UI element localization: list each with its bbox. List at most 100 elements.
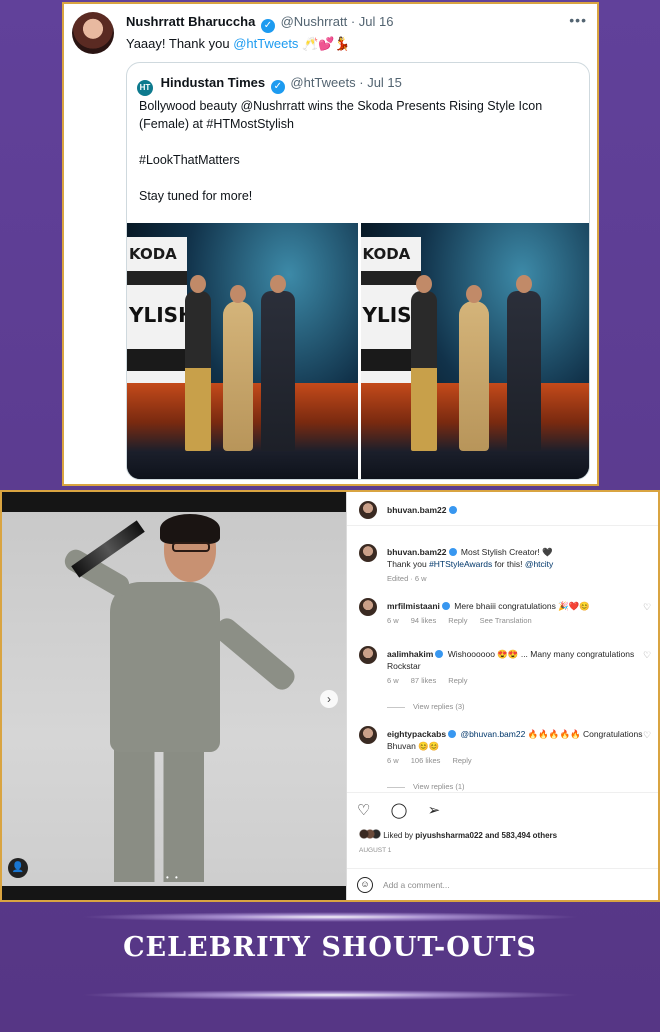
- avatar[interactable]: [359, 726, 377, 744]
- person-figure: [223, 285, 253, 451]
- figure-hair: [160, 514, 220, 544]
- reply-button[interactable]: Reply: [448, 676, 467, 685]
- verified-badge-icon: ✓: [270, 80, 285, 94]
- post-header: bhuvan.bam22: [347, 492, 658, 526]
- caption: bhuvan.bam22 Most Stylish Creator! 🖤 Tha…: [387, 546, 647, 585]
- avatar[interactable]: [359, 501, 377, 519]
- next-image-arrow-icon[interactable]: ›: [320, 690, 338, 708]
- add-comment-bar: ☺ Add a comment...: [347, 868, 658, 900]
- quoted-text-hashtag[interactable]: #LookThatMatters: [139, 151, 579, 169]
- tweet-card[interactable]: Nushrratt Bharuccha ✓ @Nushrratt · Jul 1…: [62, 2, 599, 486]
- verified-badge-icon: [441, 602, 450, 610]
- user-tag-icon[interactable]: 👤: [8, 858, 28, 878]
- author-handle[interactable]: @Nushrratt: [281, 14, 348, 29]
- quoted-tweet-date[interactable]: · Jul 15: [359, 75, 402, 90]
- more-options-icon[interactable]: •••: [569, 12, 587, 28]
- verified-badge-icon: [448, 730, 457, 738]
- quoted-author-handle[interactable]: @htTweets: [290, 75, 355, 90]
- carousel-dots: • •: [166, 873, 180, 882]
- quoted-text-line-3: Stay tuned for more!: [139, 189, 253, 203]
- reply-button[interactable]: Reply: [448, 616, 467, 625]
- quoted-tweet-header: HT Hindustan Times ✓ @htTweets · Jul 15: [137, 75, 402, 96]
- liked-by-user-link[interactable]: piyushsharma022: [415, 831, 483, 840]
- comment: aalimhakim Wishoooooo 😍😍 ... Many many c…: [387, 648, 647, 687]
- tweet-date[interactable]: · Jul 16: [351, 14, 394, 29]
- figure-arm: [210, 614, 299, 694]
- avatar[interactable]: [359, 646, 377, 664]
- figure-body: [110, 582, 220, 752]
- post-sidebar: bhuvan.bam22 bhuvan.bam22 Most Stylish C…: [346, 492, 658, 900]
- page-background: Nushrratt Bharuccha ✓ @Nushrratt · Jul 1…: [0, 0, 660, 1032]
- comment: eightypackabs @bhuvan.bam22 🔥🔥🔥🔥🔥 Congra…: [387, 728, 647, 767]
- comment-time[interactable]: 6 w: [387, 676, 399, 685]
- action-icons[interactable]: ♡ ◯ ➢: [357, 801, 448, 819]
- comment: mrfilmistaani Mere bhaiii congratulation…: [387, 600, 647, 627]
- caption-username[interactable]: bhuvan.bam22: [387, 547, 447, 557]
- comment-time[interactable]: 6 w: [387, 616, 399, 625]
- comment-likes[interactable]: 87 likes: [411, 676, 436, 685]
- sponsor-board-brand: KODA: [362, 245, 411, 263]
- verified-badge-icon: ✓: [260, 19, 275, 33]
- tweet-text: Yaaay! Thank you @htTweets 🥂💕💃: [126, 36, 351, 52]
- comment-mention-link[interactable]: @bhuvan.bam22: [460, 729, 525, 739]
- comment-username[interactable]: mrfilmistaani: [387, 601, 440, 611]
- verified-badge-icon: [448, 506, 457, 514]
- like-comment-icon[interactable]: ♡: [643, 602, 651, 613]
- quoted-tweet-photos: KODA YLISH KODA YLISH: [127, 223, 589, 479]
- author-avatar[interactable]: [72, 12, 114, 54]
- avatar[interactable]: [359, 544, 377, 562]
- sponsor-board-brand: KODA: [129, 245, 177, 263]
- instagram-post: › 👤 • • bhuvan.bam22 bhuvan.bam22 Most S…: [0, 490, 660, 902]
- reply-button[interactable]: Reply: [452, 756, 471, 765]
- tweet-text-prefix: Yaaay! Thank you: [126, 36, 234, 51]
- person-figure: [410, 275, 437, 451]
- caption-meta: Edited · 6 w: [387, 574, 427, 583]
- figure-legs: [114, 742, 204, 882]
- post-actions: ♡ ◯ ➢ Liked by piyushsharma022 and 583,4…: [347, 792, 658, 868]
- award-photo-right[interactable]: KODA YLISH: [360, 223, 589, 479]
- emoji-icon[interactable]: ☺: [357, 877, 373, 893]
- see-translation-button[interactable]: See Translation: [480, 616, 532, 625]
- view-replies-button[interactable]: View replies (1): [387, 782, 465, 791]
- verified-badge-icon: [448, 548, 457, 556]
- quoted-text-line-1: Bollywood beauty @Nushrratt wins the Sko…: [139, 99, 543, 131]
- liked-by: Liked by piyushsharma022 and 583,494 oth…: [359, 829, 557, 840]
- person-figure: [261, 275, 295, 451]
- figure-glasses: [172, 542, 210, 552]
- like-comment-icon[interactable]: ♡: [643, 730, 651, 741]
- liker-avatars: [359, 829, 381, 839]
- person-figure: [458, 285, 489, 451]
- person-figure: [185, 275, 211, 451]
- tweet-header: Nushrratt Bharuccha ✓ @Nushrratt · Jul 1…: [126, 14, 394, 33]
- glow-line-top: [80, 912, 580, 922]
- sponsor-board: KODA YLISH: [127, 237, 195, 387]
- author-name[interactable]: Nushrratt Bharuccha: [126, 14, 255, 29]
- person-figure: [506, 275, 541, 451]
- comment-likes[interactable]: 106 likes: [411, 756, 441, 765]
- like-comment-icon[interactable]: ♡: [643, 650, 651, 661]
- post-date: AUGUST 1: [359, 847, 392, 854]
- quoted-tweet[interactable]: HT Hindustan Times ✓ @htTweets · Jul 15 …: [126, 62, 590, 480]
- add-comment-input[interactable]: Add a comment...: [383, 880, 450, 890]
- view-replies-button[interactable]: View replies (3): [387, 702, 465, 711]
- banner-title: CELEBRITY SHOUT-OUTS: [123, 932, 537, 963]
- tweet-mention-link[interactable]: @htTweets: [233, 36, 298, 51]
- comment-username[interactable]: eightypackabs: [387, 729, 446, 739]
- caption-mention-link[interactable]: @htcity: [525, 559, 553, 569]
- verified-badge-icon: [435, 650, 444, 658]
- ht-logo-icon: HT: [137, 80, 153, 96]
- avatar[interactable]: [359, 598, 377, 616]
- glow-line-bottom: [80, 990, 580, 1000]
- comment-text: Mere bhaiii congratulations 🎉❤️😊: [454, 601, 590, 611]
- comment-likes[interactable]: 94 likes: [411, 616, 436, 625]
- comment-time[interactable]: 6 w: [387, 756, 399, 765]
- quoted-tweet-text: Bollywood beauty @Nushrratt wins the Sko…: [139, 97, 579, 223]
- quoted-author-name[interactable]: Hindustan Times: [161, 75, 266, 90]
- post-image[interactable]: › 👤 • •: [2, 492, 346, 900]
- comment-username[interactable]: aalimhakim: [387, 649, 433, 659]
- caption-hashtag-link[interactable]: #HTStyleAwards: [429, 559, 492, 569]
- header-username[interactable]: bhuvan.bam22: [387, 505, 447, 515]
- award-photo-left[interactable]: KODA YLISH: [127, 223, 358, 479]
- liked-by-count[interactable]: and 583,494 others: [483, 831, 557, 840]
- tweet-emojis: 🥂💕💃: [302, 36, 351, 51]
